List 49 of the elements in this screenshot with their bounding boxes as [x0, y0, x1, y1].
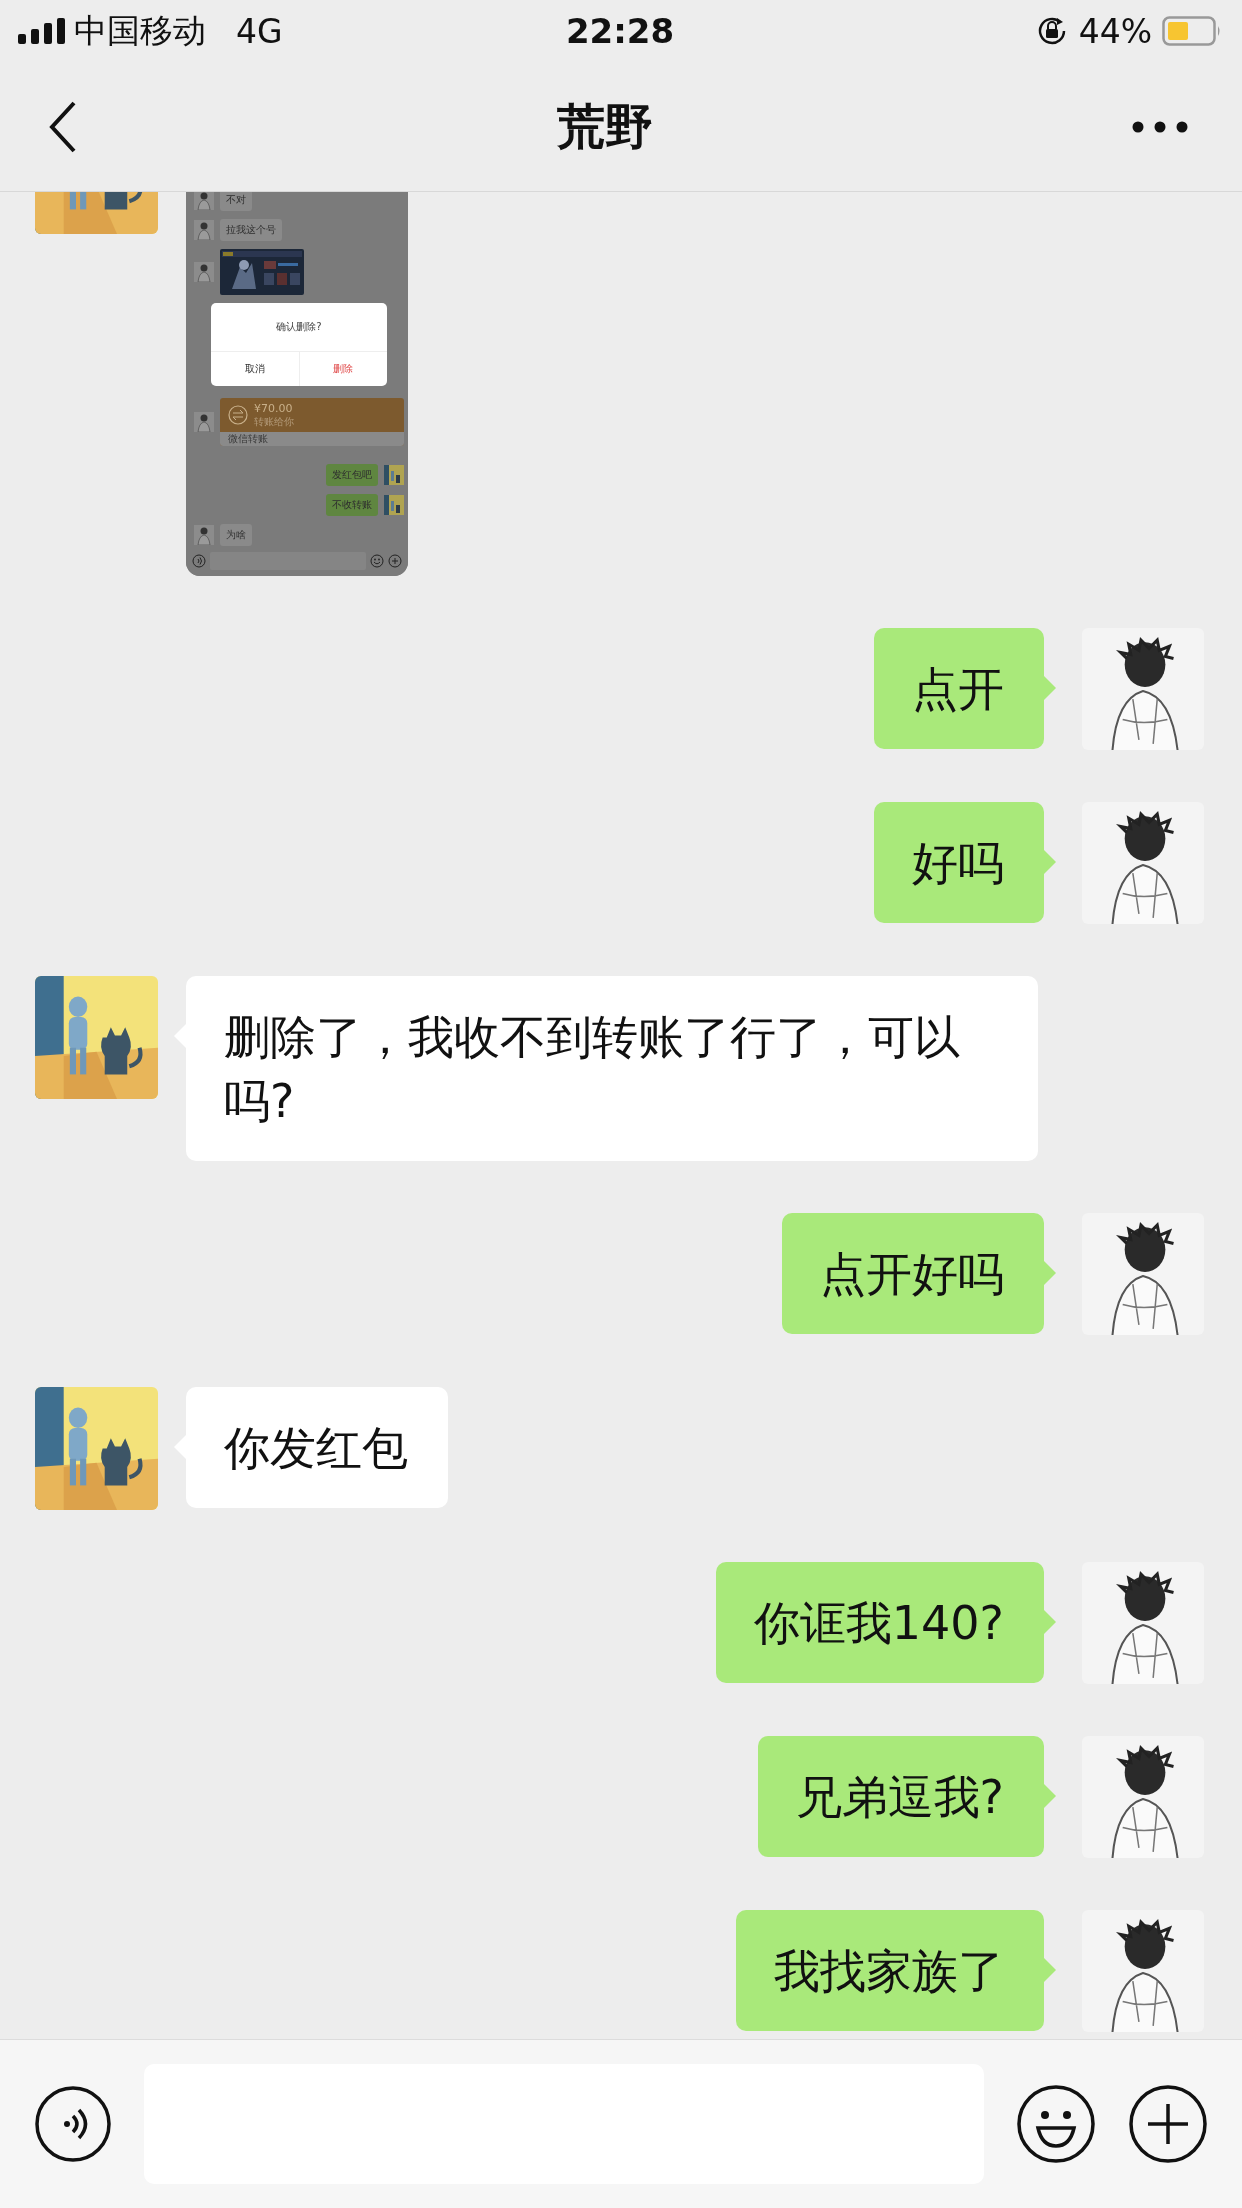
signal-icon — [18, 18, 66, 44]
delete-button[interactable]: 删除 — [298, 352, 387, 386]
avatar-icon — [194, 262, 214, 282]
message-bubble: 发红包吧 — [326, 464, 378, 486]
message-bubble: 不收转账 — [326, 494, 378, 516]
battery-percent-text: 44% — [1078, 11, 1152, 51]
avatar-icon — [194, 220, 214, 240]
avatar-icon — [194, 192, 214, 210]
transfer-icon — [228, 405, 248, 425]
bubble-tail-icon — [1044, 1610, 1056, 1634]
message-bubble: 拉我这个号 — [220, 219, 282, 241]
message-bubble: 为啥 — [220, 524, 252, 546]
avatar-icon — [194, 525, 214, 545]
dialog-message: 确认删除? — [275, 320, 323, 334]
message-bubble: 你发红包 — [186, 1387, 448, 1508]
time-text: 22:28 — [565, 11, 675, 51]
avatar-icon — [194, 412, 214, 432]
network-text: 4G — [236, 11, 283, 51]
voice-icon — [192, 554, 206, 568]
transfer-note: 转账给你 — [254, 414, 294, 429]
message-bubble: 我找家族了 — [736, 1910, 1044, 2031]
emoji-icon — [370, 554, 384, 568]
bubble-tail-icon — [1044, 676, 1056, 700]
message-bubble: 好吗 — [874, 802, 1044, 923]
bubble-tail-icon — [1044, 1261, 1056, 1285]
plus-icon[interactable] — [1128, 2084, 1208, 2164]
message-bubble: 点开好吗 — [782, 1213, 1044, 1334]
voice-icon[interactable] — [34, 2085, 112, 2163]
transfer-amount: ¥70.00 — [254, 401, 294, 415]
transfer-footer: 微信转账 — [220, 432, 404, 446]
message-bubble: 点开 — [874, 628, 1044, 749]
avatar-icon — [384, 495, 404, 515]
more-icon[interactable] — [1132, 120, 1188, 133]
message-bubble: 兄弟逗我? — [757, 1736, 1044, 1857]
screenshot-image[interactable]: 不对 拉我这个号 确认删除? 取消 删除 ¥70.00 转账给你 微信转账 发红包吧 不收转账 为啥 — [186, 192, 408, 576]
message-bubble: 不对 — [220, 192, 252, 211]
emoji-icon[interactable] — [1016, 2084, 1096, 2164]
bubble-tail-icon — [1044, 850, 1056, 874]
back-icon[interactable] — [48, 100, 78, 153]
cancel-button[interactable]: 取消 — [211, 352, 299, 386]
avatar-icon — [384, 465, 404, 485]
chat-title: 荒野 — [557, 96, 653, 156]
battery-icon — [1162, 16, 1222, 46]
bubble-tail-icon — [1044, 1784, 1056, 1808]
carrier-text: 中国移动 — [74, 9, 206, 52]
message-bubble: 删除了，我收不到转账了行了，可以吗? — [186, 976, 1038, 1161]
message-bubble: 你诓我140? — [715, 1562, 1044, 1683]
plus-icon — [388, 554, 402, 568]
bubble-tail-icon — [1044, 1958, 1056, 1982]
